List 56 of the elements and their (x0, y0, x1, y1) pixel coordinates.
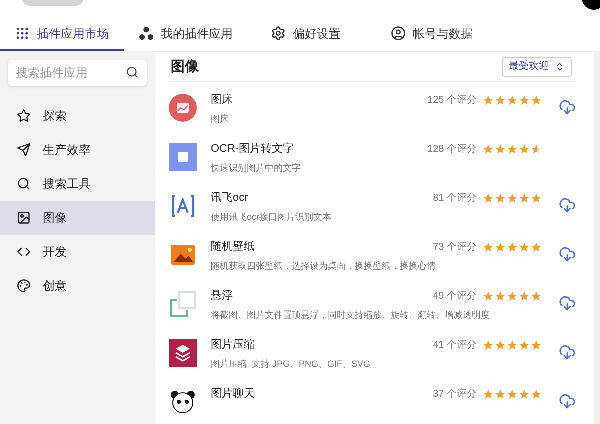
sidebar-item[interactable]: 图像 (0, 201, 155, 235)
download-icon[interactable] (559, 393, 576, 410)
app-description: 随机获取四张壁纸，选择设为桌面，换换壁纸，换换心情 (211, 260, 436, 272)
app-name[interactable]: 悬浮 (211, 288, 233, 304)
download-icon[interactable] (559, 246, 576, 263)
download-icon[interactable] (559, 344, 576, 361)
app-description: 使用讯飞ocr接口图片识别文本 (211, 210, 332, 224)
app-description: 快速识别图片中的文字 (211, 162, 301, 174)
sort-dropdown[interactable]: 最受欢迎 (502, 56, 572, 76)
rating-count: 37 个评分 (433, 388, 477, 402)
rating-count: 73 个评分 (433, 240, 477, 255)
rating-count: 81 个评分 (433, 192, 477, 206)
overlapping-squares-icon (169, 290, 197, 318)
rating-count: 128 个评分 (428, 142, 477, 157)
tab[interactable]: 偏好设置 (256, 18, 356, 51)
app-description: 图床 (211, 112, 229, 126)
code-icon (17, 245, 31, 259)
paper-plane-icon (17, 143, 31, 157)
updown-icon (555, 62, 565, 72)
app-description: 将截图、图片文件置顶悬浮，同时支持缩放、旋转、翻转、增减透明度 (211, 308, 490, 322)
palette-icon (17, 279, 31, 293)
image-icon (17, 211, 31, 225)
download-icon[interactable] (559, 197, 576, 214)
sidebar-item[interactable]: 搜索工具 (0, 167, 155, 201)
rating-count: 41 个评分 (433, 338, 477, 353)
sidebar-item[interactable]: 生产效率 (0, 133, 155, 167)
star-icon (17, 109, 31, 123)
sidebar-item[interactable]: 创意 (0, 269, 155, 303)
app-name[interactable]: 图片聊天 (211, 386, 255, 402)
search-field[interactable]: 搜索插件应用 (8, 60, 147, 86)
tab[interactable]: 帐号与数据 (376, 18, 488, 51)
rating-count: 125 个评分 (428, 94, 477, 108)
user-icon (391, 26, 406, 41)
panda-icon (169, 388, 197, 416)
layers-icon (169, 339, 197, 367)
tab[interactable]: 我的插件应用 (124, 18, 248, 51)
app-name[interactable]: 图片压缩 (211, 337, 255, 354)
dots-icon (139, 26, 154, 41)
download-icon[interactable] (559, 99, 576, 116)
search-icon (126, 66, 139, 79)
app-name[interactable]: 图床 (211, 92, 233, 108)
grid-icon (15, 26, 30, 41)
rating-count: 49 个评分 (433, 290, 477, 304)
app-name[interactable]: 讯飞ocr (211, 190, 248, 206)
app-name[interactable]: 随机壁纸 (211, 239, 255, 256)
app-description: 图片压缩, 支持 JPG、PNG、GIF、SVG (211, 358, 371, 370)
section-title: 图像 (171, 57, 199, 76)
search-icon (17, 177, 31, 191)
settings-icon (271, 26, 286, 41)
download-icon[interactable] (559, 295, 576, 312)
sidebar-item[interactable]: 开发 (0, 235, 155, 269)
app-name[interactable]: OCR-图片转文字 (211, 141, 294, 158)
picture-circle-icon (169, 94, 197, 122)
sidebar-item[interactable]: 探索 (0, 99, 155, 133)
bracket-a-icon (169, 192, 197, 220)
picture-square-icon (169, 143, 197, 171)
